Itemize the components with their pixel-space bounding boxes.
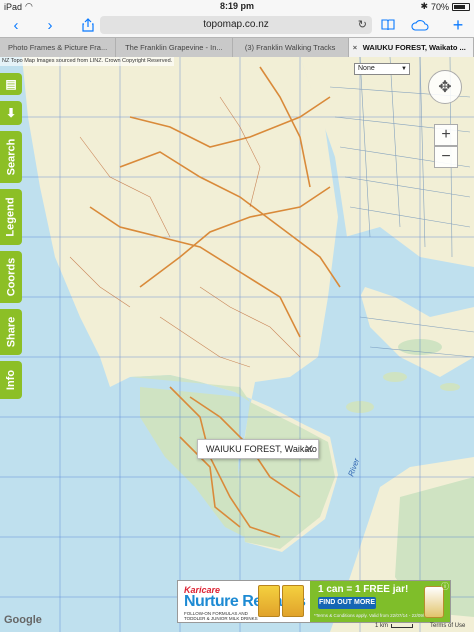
- forward-icon[interactable]: ›: [40, 15, 60, 35]
- download-icon: ⬇: [5, 106, 17, 120]
- search-tab[interactable]: Search: [0, 131, 22, 183]
- topo-map[interactable]: River NZ Topo Map Images sourced from LI…: [0, 57, 474, 632]
- zoom-in-button[interactable]: +: [434, 124, 458, 146]
- icloud-tabs-icon[interactable]: [410, 15, 430, 35]
- tab-waiuku-forest[interactable]: × WAIUKU FOREST, Waikato ...: [348, 38, 474, 57]
- tab-label: (3) Franklin Walking Tracks: [244, 43, 336, 52]
- reload-icon[interactable]: ↻: [358, 16, 367, 34]
- formula-tin-image: [258, 585, 280, 617]
- clock: 8:19 pm: [219, 1, 254, 11]
- terms-of-use-link[interactable]: Terms of Use: [430, 623, 465, 629]
- zoom-out-button[interactable]: −: [434, 146, 458, 168]
- advert-terms: *Terms & Conditions apply. Valid from 22…: [314, 613, 430, 618]
- coords-tab-label: Coords: [5, 257, 17, 297]
- info-tab-label: Info: [4, 369, 17, 391]
- info-tab[interactable]: Info: [0, 361, 22, 399]
- pan-control[interactable]: ✥: [428, 70, 462, 104]
- chevron-down-icon: ▼: [401, 66, 407, 72]
- share-icon[interactable]: [78, 15, 98, 35]
- tab-label: The Franklin Grapevine - In...: [125, 43, 223, 52]
- formula-tin-image: [282, 585, 304, 617]
- tab-label: Photo Frames & Picture Fra...: [8, 43, 108, 52]
- url-bar[interactable]: topomap.co.nz ↻: [100, 16, 372, 34]
- layer-select-value: None: [358, 65, 375, 72]
- scale-bar-graphic: [391, 624, 414, 628]
- bluetooth-icon: ✱: [420, 1, 428, 11]
- close-tab-icon[interactable]: ×: [353, 38, 357, 57]
- new-tab-icon[interactable]: +: [448, 15, 468, 35]
- status-right: ✱ 70%: [420, 1, 470, 12]
- scale-label: 1 km: [375, 623, 389, 629]
- advert-banner[interactable]: Karicare Nurture Rewards FOLLOW-ON FORMU…: [177, 580, 451, 623]
- share-tab[interactable]: Share: [0, 309, 22, 355]
- layer-select[interactable]: None ▼: [354, 63, 410, 75]
- advert-products: [258, 585, 304, 617]
- advert-fine-print: FOLLOW-ON FORMULAS AND TODDLER & JUNIOR …: [184, 611, 258, 621]
- tab-label: WAIUKU FOREST, Waikato ...: [362, 43, 466, 52]
- legend-tab[interactable]: Legend: [0, 189, 22, 245]
- battery-percent: 70%: [430, 1, 449, 12]
- tab-franklin-grapevine[interactable]: The Franklin Grapevine - In...: [116, 38, 233, 57]
- advert-offer-panel: 1 can = 1 FREE jar! FIND OUT MORE *Terms…: [310, 581, 450, 622]
- close-icon[interactable]: ✕: [304, 440, 314, 458]
- pan-arrows-icon: ✥: [438, 79, 452, 96]
- search-tab-label: Search: [5, 138, 18, 176]
- coords-tab[interactable]: Coords: [0, 251, 22, 303]
- find-out-more-button[interactable]: FIND OUT MORE: [318, 597, 376, 609]
- ad-choices-icon[interactable]: ⓘ: [441, 581, 449, 592]
- map-attribution: NZ Topo Map Images sourced from LINZ. Cr…: [0, 57, 175, 66]
- legend-tab-label: Legend: [5, 197, 17, 237]
- status-bar: iPad ◠ 8:19 pm ✱ 70%: [0, 0, 474, 13]
- tab-photo-frames[interactable]: Photo Frames & Picture Fra...: [0, 38, 117, 57]
- tab-strip: Photo Frames & Picture Fra... The Frankl…: [0, 37, 474, 57]
- tab-franklin-walking-tracks[interactable]: (3) Franklin Walking Tracks: [233, 38, 349, 57]
- browser-toolbar: ‹ › topomap.co.nz ↻ +: [0, 13, 474, 37]
- back-icon[interactable]: ‹: [6, 15, 26, 35]
- location-info-bubble: WAIUKU FOREST, Waikato ✕: [197, 439, 319, 459]
- google-logo: Google: [4, 614, 42, 626]
- map-terrain: River: [0, 57, 474, 632]
- url-text: topomap.co.nz: [203, 19, 269, 30]
- advert-brand-panel: Karicare Nurture Rewards FOLLOW-ON FORMU…: [178, 581, 310, 622]
- battery-icon: [452, 2, 470, 11]
- print-icon: ▤: [5, 77, 17, 91]
- share-tab-label: Share: [5, 316, 18, 348]
- scale-bar: 1 km: [375, 623, 414, 629]
- location-name: WAIUKU FOREST, Waikato: [206, 444, 317, 454]
- reader-icon[interactable]: [378, 15, 398, 35]
- advert-offer: 1 can = 1 FREE jar!: [318, 584, 409, 595]
- download-tab[interactable]: ⬇: [0, 101, 22, 125]
- print-tab[interactable]: ▤: [0, 73, 22, 95]
